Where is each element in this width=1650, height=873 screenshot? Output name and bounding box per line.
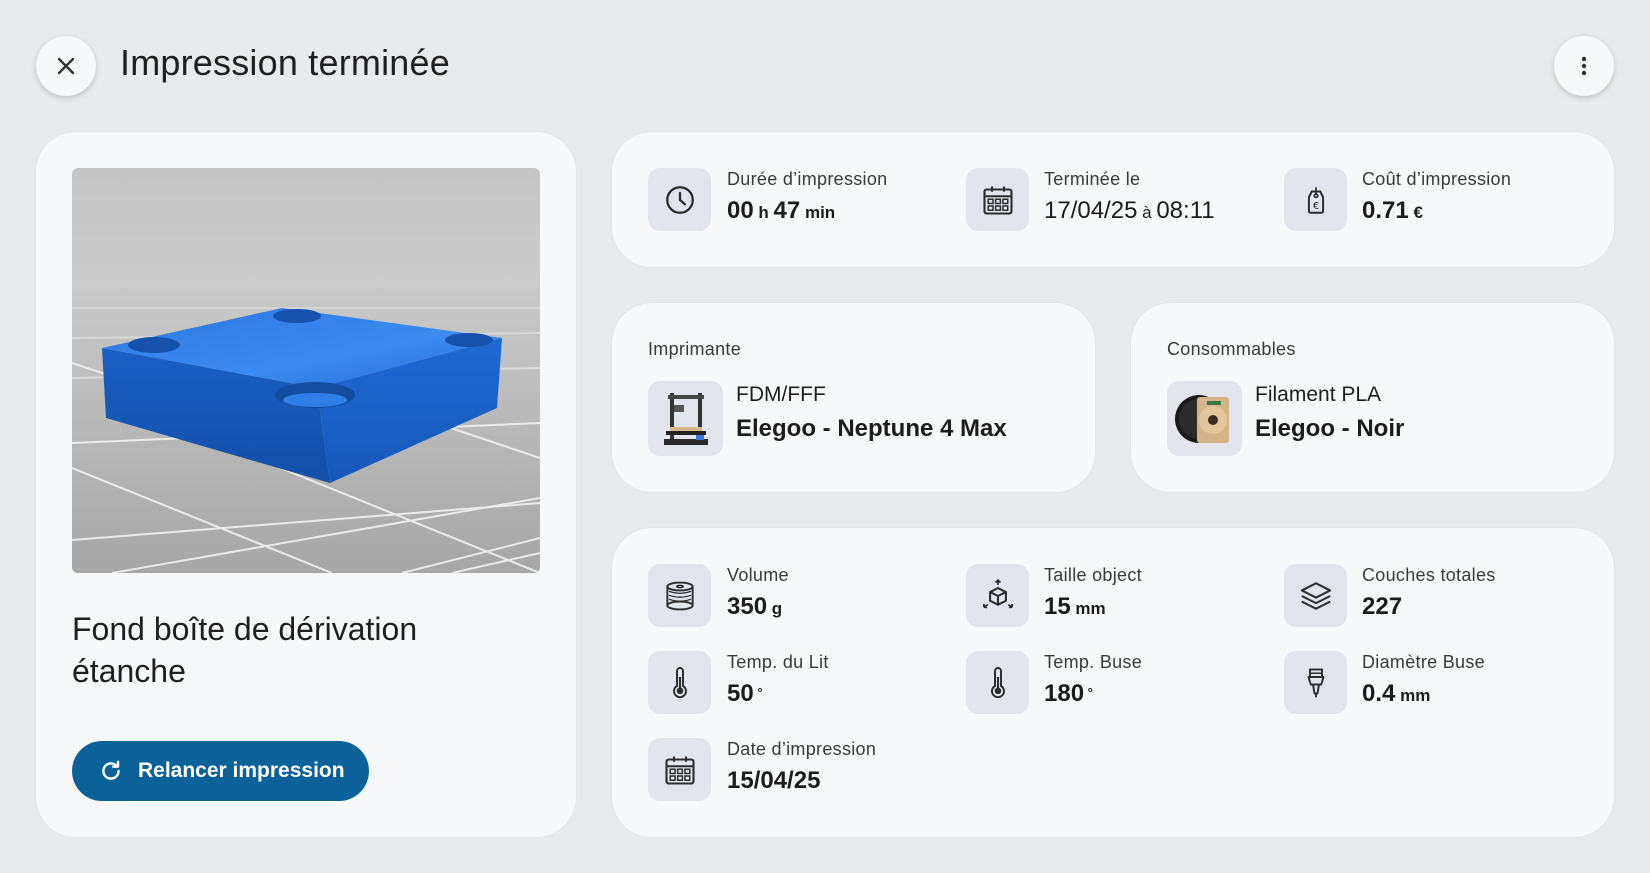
detail-label-volume: Volume	[727, 565, 789, 585]
consumables-card: Consommables Filament PLA Elegoo - Noir	[1131, 303, 1614, 492]
thermometer-icon	[648, 651, 711, 714]
nozzle-icon	[1284, 651, 1347, 714]
printer-section-title: Imprimante	[648, 339, 742, 359]
consumables-section-title: Consommables	[1167, 339, 1296, 359]
print-stats-card: Durée d’impression 00 h 47 min Terminée …	[612, 132, 1614, 267]
stat-label-duration: Durée d’impression	[727, 169, 888, 189]
page-title: Impression terminée	[120, 42, 450, 83]
thermometer-icon	[966, 651, 1029, 714]
more-options-button[interactable]	[1554, 36, 1614, 96]
calendar-icon	[648, 738, 711, 801]
filament-spool-image	[1167, 381, 1242, 456]
detail-label-bed-temp: Temp. du Lit	[727, 652, 829, 672]
model-preview-image	[72, 168, 540, 573]
printer-type: FDM/FFF	[736, 383, 826, 406]
stat-value-finished: 17/04/25 à 08:11	[1044, 197, 1215, 224]
detail-label-size: Taille object	[1044, 565, 1142, 585]
spool-icon	[648, 564, 711, 627]
stat-value-cost: 0.71 €	[1362, 197, 1423, 224]
detail-label-layers: Couches totales	[1362, 565, 1496, 585]
detail-label-print-date: Date d’impression	[727, 739, 877, 759]
clock-icon	[648, 168, 711, 231]
printer-image	[648, 381, 723, 456]
stat-value-duration: 00 h 47 min	[727, 197, 836, 224]
print-details-card: Volume 350 g Taille object 15 mm Couches…	[612, 528, 1614, 837]
detail-value-nozzle-temp: 180 °	[1044, 680, 1093, 707]
detail-value-layers: 227	[1362, 593, 1403, 620]
cube-icon	[966, 564, 1029, 627]
layers-icon	[1284, 564, 1347, 627]
printer-name: Elegoo - Neptune 4 Max	[736, 415, 1007, 442]
more-vertical-icon	[1581, 56, 1587, 76]
detail-value-volume: 350 g	[727, 593, 783, 620]
detail-label-nozzle-diameter: Diamètre Buse	[1362, 652, 1485, 672]
model-name: Fond boîte de dérivation étanche	[72, 611, 418, 689]
consumable-name: Elegoo - Noir	[1255, 415, 1405, 442]
model-card: Fond boîte de dérivation étanche Relance…	[36, 132, 576, 837]
close-icon	[57, 57, 75, 75]
svg-text:€: €	[1312, 201, 1318, 212]
consumable-type: Filament PLA	[1255, 383, 1382, 406]
replay-print-label: Relancer impression	[138, 759, 345, 782]
detail-value-nozzle-diameter: 0.4 mm	[1362, 680, 1431, 707]
replay-print-button[interactable]: Relancer impression	[72, 741, 369, 801]
detail-value-size: 15 mm	[1044, 593, 1106, 620]
calendar-icon	[966, 168, 1029, 231]
detail-label-nozzle-temp: Temp. Buse	[1044, 652, 1143, 672]
stat-label-finished: Terminée le	[1044, 169, 1141, 189]
stat-label-cost: Coût d’impression	[1362, 169, 1512, 189]
detail-value-bed-temp: 50 °	[727, 680, 763, 707]
printer-card: Imprimante FDM/FFF Elegoo - Neptune 4 Ma…	[612, 303, 1095, 492]
close-button[interactable]	[36, 36, 96, 96]
detail-value-print-date: 15/04/25	[727, 767, 821, 794]
price-tag-icon: €	[1284, 168, 1347, 231]
refresh-icon	[102, 760, 120, 780]
